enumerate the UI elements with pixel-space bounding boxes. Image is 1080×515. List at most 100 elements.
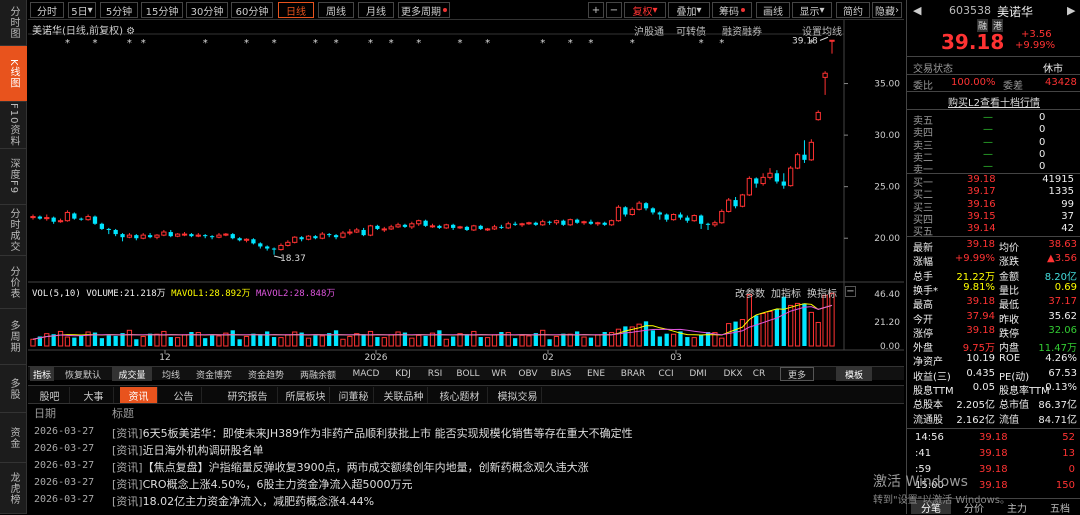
stat-value: 2.162亿 xyxy=(956,414,995,426)
link-hk-connect[interactable]: 沪股通 xyxy=(634,23,664,38)
sidebar-item-0[interactable]: 分时图 xyxy=(0,0,27,46)
settings-icon[interactable]: ⚙ xyxy=(126,26,135,37)
indicator-2[interactable]: 成交量 xyxy=(112,367,152,381)
news-tab-8[interactable]: 核心题材 xyxy=(432,387,488,403)
news-item[interactable]: 2026-03-27 [资讯]18.02亿主力资金净流入，减肥药概念涨4.44% xyxy=(28,492,904,509)
indicator-14[interactable]: ENE xyxy=(580,367,612,381)
sidebar-item-3[interactable]: 深度F9 xyxy=(0,149,27,205)
sell-volume: 0 xyxy=(1039,136,1046,148)
news-tab-2[interactable]: 资讯 xyxy=(120,387,158,403)
indicator-9[interactable]: RSI xyxy=(422,367,448,381)
stat-label: 今开 xyxy=(913,314,933,326)
period-daily[interactable]: 日线 xyxy=(278,2,314,18)
news-tab-0[interactable]: 股吧 xyxy=(30,387,70,403)
overlay-dropdown[interactable]: 叠加 ▾ xyxy=(668,2,710,18)
news-item[interactable]: 2026-03-27 [资讯]CRO概念上涨4.50%，6股主力资金净流入超500… xyxy=(28,475,904,492)
period-monthly[interactable]: 月线 xyxy=(358,2,394,18)
change-params-button[interactable]: 改参数 xyxy=(735,285,765,300)
period-5日[interactable]: 5日 ▾ xyxy=(68,2,96,18)
sidebar-item-6[interactable]: 多周期 xyxy=(0,309,27,365)
period-60min[interactable]: 60分钟 xyxy=(231,2,273,18)
fq-dropdown[interactable]: 复权 ▾ xyxy=(624,2,666,18)
indicator-19[interactable]: CR xyxy=(748,367,770,381)
volume-bar xyxy=(464,334,470,346)
display-dropdown[interactable]: 显示 ▾ xyxy=(792,2,832,18)
period-分时[interactable]: 分时 xyxy=(30,2,64,18)
buy-l2-link[interactable]: 购买L2查看十档行情 xyxy=(907,94,1080,109)
link-margin[interactable]: 融资融券 xyxy=(722,23,762,38)
indicator-15[interactable]: BRAR xyxy=(616,367,650,381)
news-tab-3[interactable]: 公告 xyxy=(166,387,202,403)
indicator-18[interactable]: DKX xyxy=(718,367,748,381)
volume-bar xyxy=(230,330,235,346)
indicator-16[interactable]: CCI xyxy=(652,367,680,381)
news-tab-7[interactable]: 关联品种 xyxy=(380,387,428,403)
sidebar-item-7[interactable]: 多股 xyxy=(0,365,27,413)
news-tag: [资讯] xyxy=(112,427,143,440)
indicator-7[interactable]: MACD xyxy=(346,367,386,381)
stat-label: 流通股 xyxy=(913,414,943,426)
switch-indicator-button[interactable]: 换指标 xyxy=(807,285,837,300)
close-icon[interactable]: − xyxy=(845,286,856,297)
volume-bar xyxy=(30,338,36,347)
indicator-20[interactable]: 更多 xyxy=(780,367,814,381)
kline-chart[interactable]: 35.00 30.00 25.00 20.00 * * * * * * * * * * * * * * * * * * * *… xyxy=(28,20,904,366)
indicator-1[interactable]: 恢复默认 xyxy=(58,367,108,381)
stat-value: 84.71亿 xyxy=(1038,414,1077,426)
bottom-tab-3[interactable]: 五档 xyxy=(1040,500,1080,515)
news-tab-6[interactable]: 问董秘 xyxy=(334,387,374,403)
candle xyxy=(99,222,105,230)
news-tab-1[interactable]: 大事 xyxy=(74,387,114,403)
period-weekly[interactable]: 周线 xyxy=(318,2,354,18)
news-tab-4[interactable]: 研究报告 xyxy=(218,387,278,403)
buy-level-4: 买四 39.15 37 xyxy=(907,211,1080,226)
event-marker: * xyxy=(389,38,394,49)
indicator-8[interactable]: KDJ xyxy=(388,367,418,381)
news-tab-5[interactable]: 所属板块 xyxy=(282,387,330,403)
link-ma-settings[interactable]: 设置均线 xyxy=(802,23,842,38)
news-date: 2026-03-27 xyxy=(34,494,95,505)
stat-value: 8.20亿 xyxy=(1044,271,1077,283)
volume-bar xyxy=(829,292,835,347)
news-item[interactable]: 2026-03-27 [资讯]6天5板美诺华：即使未来JH389作为非药产品顺利获… xyxy=(28,424,904,441)
candle xyxy=(354,227,360,234)
indicator-17[interactable]: DMI xyxy=(684,367,712,381)
indicator-5[interactable]: 资金趋势 xyxy=(242,367,290,381)
indicator-4[interactable]: 资金博弈 xyxy=(190,367,238,381)
news-tab-9[interactable]: 模拟交易 xyxy=(494,387,542,403)
indicator-11[interactable]: WR xyxy=(488,367,510,381)
news-item[interactable]: 2026-03-27 [资讯]近日海外机构调研股名单 xyxy=(28,441,904,458)
hide-button[interactable]: 隐藏 › xyxy=(872,2,902,18)
zoom-in-button[interactable]: + xyxy=(588,2,604,18)
candle xyxy=(437,224,442,229)
indicator-12[interactable]: OBV xyxy=(514,367,542,381)
concise-button[interactable]: 简约 xyxy=(836,2,870,18)
period-30min[interactable]: 30分钟 xyxy=(186,2,228,18)
sidebar-item-5[interactable]: 分价表 xyxy=(0,256,27,309)
indicator-21[interactable]: 模板 xyxy=(836,367,872,381)
sidebar-item-2[interactable]: F10资料 xyxy=(0,102,27,149)
volume-bar xyxy=(519,334,525,347)
draw-line-button[interactable]: 画线 xyxy=(756,2,790,18)
stock-name: 美诺华 xyxy=(997,5,1034,19)
indicator-6[interactable]: 两融余额 xyxy=(294,367,342,381)
indicator-13[interactable]: BIAS xyxy=(546,367,576,381)
zoom-out-button[interactable]: − xyxy=(606,2,622,18)
sidebar-item-8[interactable]: 资金 xyxy=(0,413,27,463)
nav-next-icon[interactable]: ▶ xyxy=(1067,4,1075,17)
sidebar-item-1[interactable]: K线图 xyxy=(0,46,27,102)
add-indicator-button[interactable]: 加指标 xyxy=(771,285,801,300)
sidebar-item-4[interactable]: 分时成交 xyxy=(0,205,27,256)
indicator-10[interactable]: BOLL xyxy=(452,367,484,381)
more-periods-button[interactable]: 更多周期 xyxy=(398,2,450,18)
nav-prev-icon[interactable]: ◀ xyxy=(913,4,921,17)
chips-button[interactable]: 筹码 xyxy=(712,2,752,18)
indicator-0[interactable]: 指标 xyxy=(30,367,54,381)
period-15min[interactable]: 15分钟 xyxy=(141,2,183,18)
sidebar-item-9[interactable]: 龙虎榜 xyxy=(0,463,27,514)
period-5min[interactable]: 5分钟 xyxy=(100,2,138,18)
indicator-3[interactable]: 均线 xyxy=(154,367,188,381)
news-item[interactable]: 2026-03-27 [资讯]【焦点复盘】沪指缩量反弹收复3900点，两市成交额续… xyxy=(28,458,904,475)
link-convertible[interactable]: 可转债 xyxy=(676,23,706,38)
volume-bar xyxy=(760,313,766,347)
